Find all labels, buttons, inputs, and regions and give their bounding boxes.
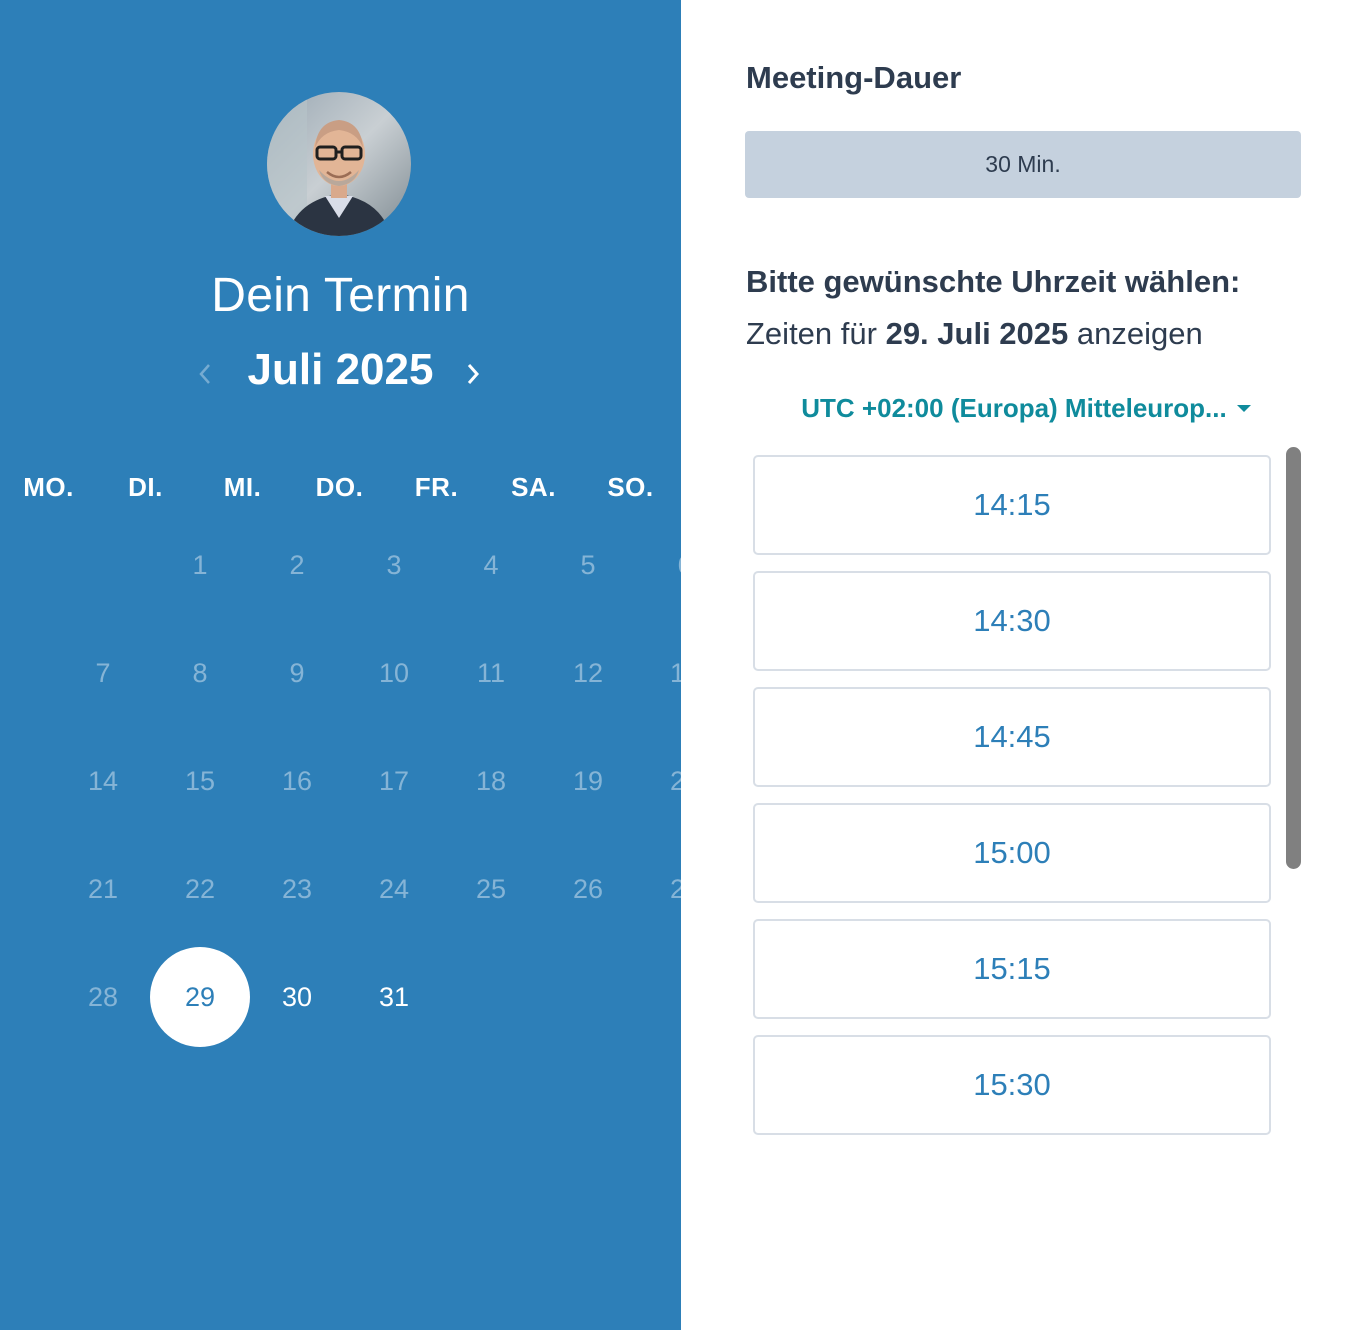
caret-down-icon — [1236, 404, 1251, 412]
selected-date-line: Zeiten für 29. Juli 2025 anzeigen — [746, 316, 1203, 352]
calendar-day: 9 — [289, 657, 305, 688]
showing-prefix: Zeiten für — [746, 316, 877, 351]
duration-heading: Meeting-Dauer — [746, 60, 962, 95]
month-label: Juli 2025 — [247, 345, 434, 394]
timezone-label: UTC +02:00 (Europa) Mitteleurop... — [801, 392, 1227, 423]
time-slot-button[interactable]: 14:45 — [753, 687, 1271, 787]
calendar-day: 14 — [87, 765, 119, 796]
month-navigation: Juli 2025 — [0, 343, 681, 403]
calendar-day: 26 — [572, 873, 604, 904]
time-slot-button[interactable]: 15:15 — [753, 919, 1271, 1019]
calendar-day: 5 — [580, 549, 596, 580]
calendar-day: 2 — [289, 549, 305, 580]
time-slot-button[interactable]: 15:30 — [753, 1035, 1271, 1135]
calendar-day: 11 — [476, 657, 506, 688]
time-slot-button[interactable]: 14:30 — [753, 571, 1271, 671]
calendar-day: 18 — [475, 765, 507, 796]
calendar-day: 3 — [386, 549, 402, 580]
time-slot-button[interactable]: 15:00 — [753, 803, 1271, 903]
calendar-day: 28 — [87, 981, 119, 1012]
weekday-header: MO. DI. MI. DO. FR. SA. SO. — [0, 472, 681, 508]
duration-button[interactable]: 30 Min. — [745, 131, 1301, 198]
showing-suffix: anzeigen — [1076, 316, 1203, 351]
scrollbar[interactable] — [1286, 447, 1301, 869]
calendar-day: 21 — [87, 873, 119, 904]
weekday-label: SA. — [511, 472, 556, 502]
calendar-day: 24 — [378, 873, 410, 904]
avatar — [267, 92, 411, 236]
weekday-label: SO. — [607, 472, 654, 502]
calendar-day: 15 — [184, 765, 216, 796]
calendar-day: 7 — [95, 657, 111, 688]
calendar-day: 22 — [184, 873, 216, 904]
booking-panel: Meeting-Dauer 30 Min. Bitte gewünschte U… — [681, 0, 1360, 1330]
calendar-day: 17 — [378, 765, 410, 796]
calendar-day: 8 — [192, 657, 208, 688]
timezone-dropdown[interactable]: UTC +02:00 (Europa) Mitteleurop... — [771, 390, 1281, 426]
weekday-label: DI. — [128, 472, 163, 502]
calendar-day: 16 — [281, 765, 313, 796]
selected-date: 29. Juli 2025 — [885, 316, 1069, 351]
calendar-day: 25 — [475, 873, 507, 904]
calendar-day: 10 — [378, 657, 410, 688]
time-prompt: Bitte gewünschte Uhrzeit wählen: — [746, 264, 1241, 299]
weekday-label: MO. — [23, 472, 74, 502]
weekday-label: FR. — [414, 472, 459, 502]
calendar-panel: Dein Termin Juli 2025 MO. DI. MI. DO. FR… — [0, 0, 700, 1330]
chevron-right-icon[interactable] — [458, 357, 488, 391]
calendar-day: 19 — [572, 765, 604, 796]
calendar-day: 23 — [281, 873, 313, 904]
weekday-label: MI. — [223, 472, 262, 502]
calendar-day[interactable]: 31 — [344, 947, 444, 1047]
weekday-label: DO. — [315, 472, 364, 502]
calendar-day: 4 — [483, 549, 499, 580]
calendar-day-selected[interactable]: 29 — [150, 947, 250, 1047]
calendar-day: 12 — [572, 657, 604, 688]
page-title: Dein Termin — [211, 269, 470, 322]
time-slot-button[interactable]: 14:15 — [753, 455, 1271, 555]
calendar-day[interactable]: 30 — [247, 947, 347, 1047]
calendar-day: 1 — [192, 549, 208, 580]
